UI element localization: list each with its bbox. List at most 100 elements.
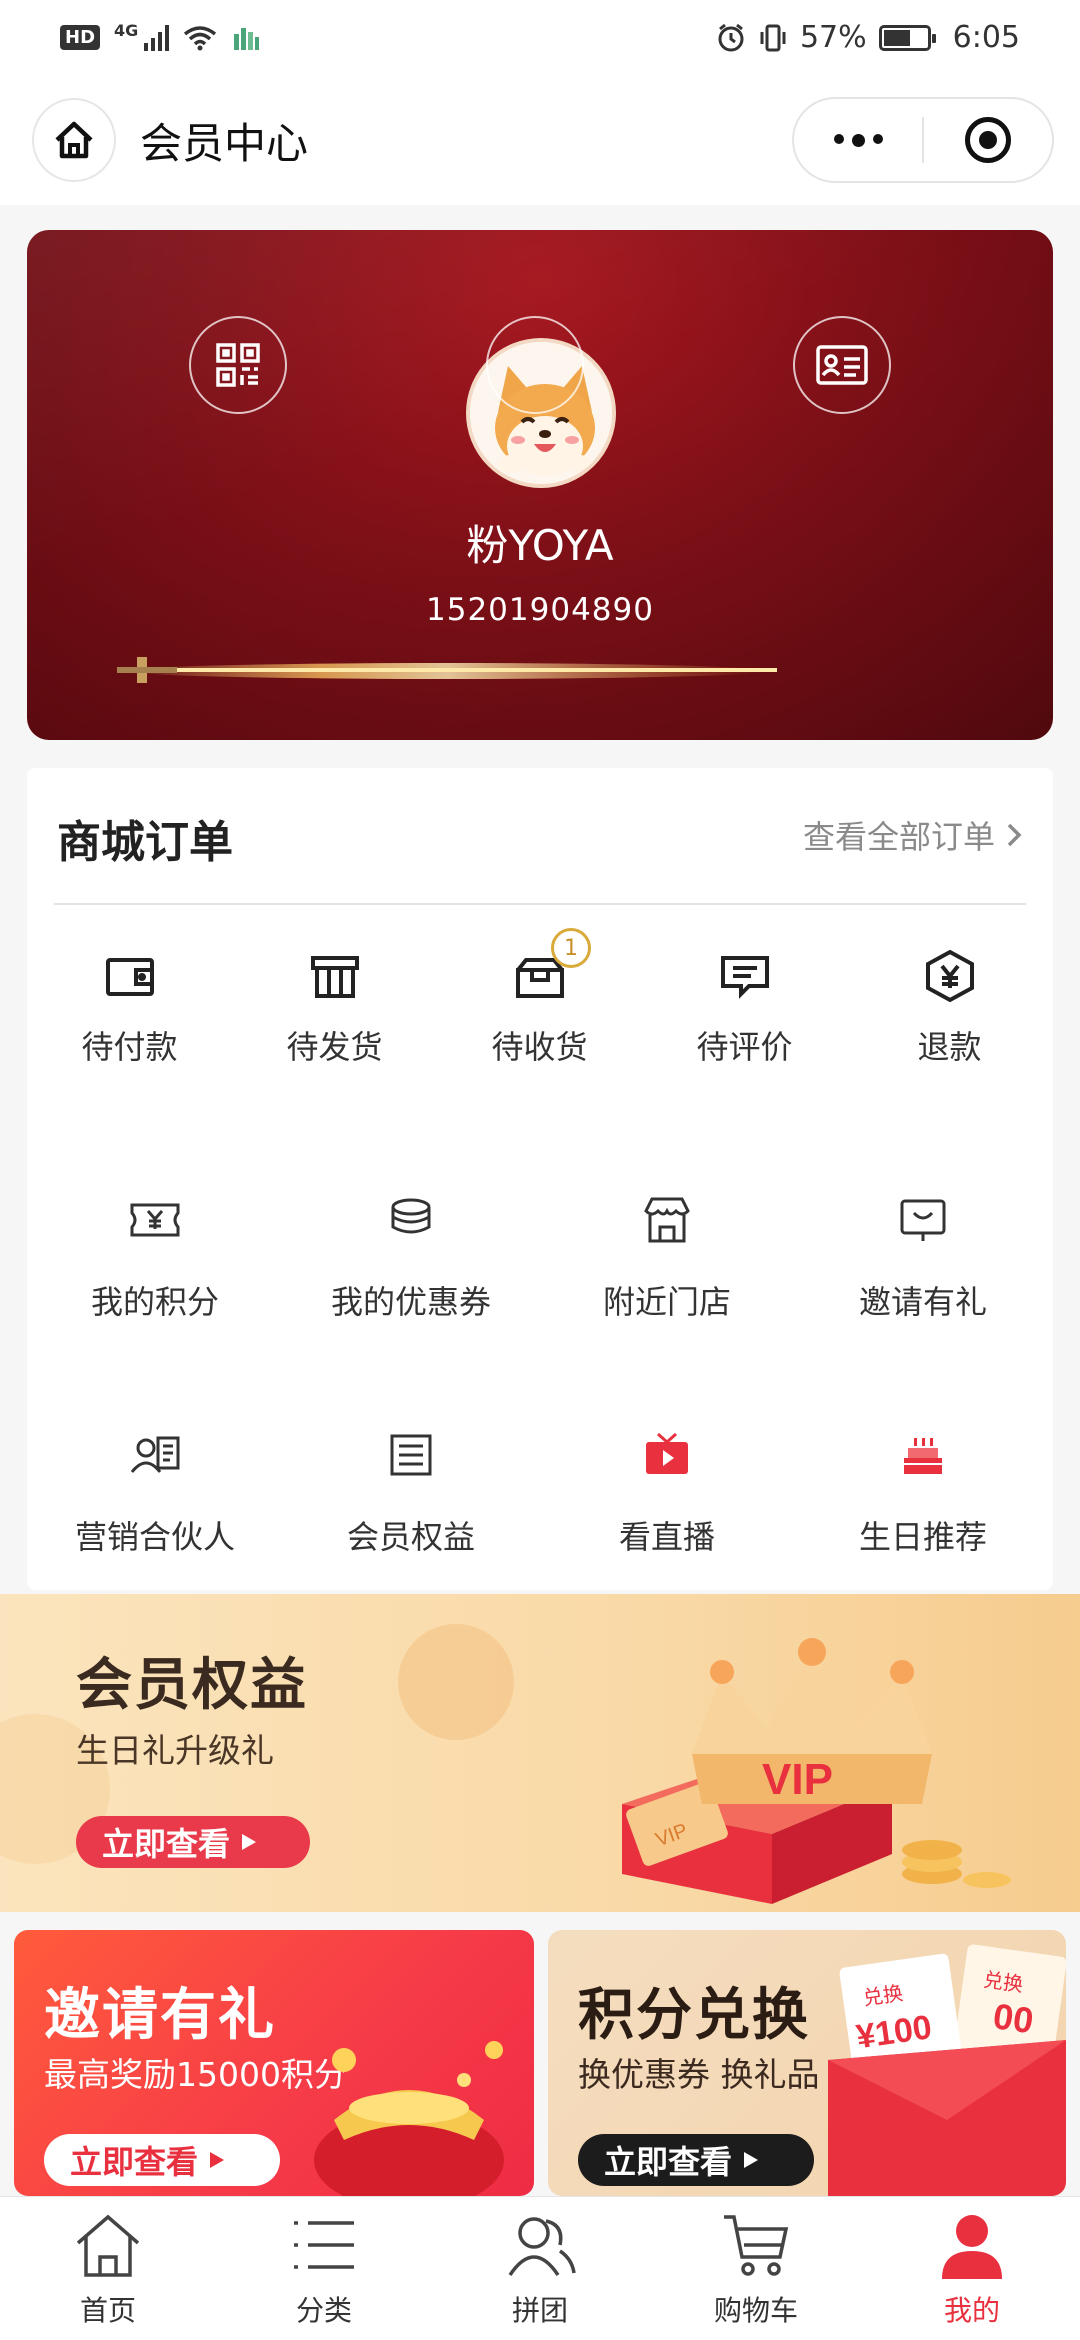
tab-label: 首页 <box>79 2294 136 2327</box>
order-label: 退款 <box>917 1028 982 1066</box>
phone-number: 15201904890 <box>426 592 654 628</box>
app-notification-icon <box>234 27 260 50</box>
points-exchange-card[interactable]: 积分兑换 换优惠券 换礼品 兑换 00 兑换 ¥100 立即查看 <box>548 1930 1066 2196</box>
tab-group-buy[interactable]: 拼团 <box>432 2197 648 2340</box>
vip-banner-subtitle: 生日礼升级礼 <box>76 1731 274 1770</box>
birthday-recommend[interactable]: 生日推荐 <box>795 1428 1051 1558</box>
my-coupons[interactable]: 我的优惠券 <box>283 1193 539 1323</box>
banner-decor-circle <box>398 1624 514 1740</box>
home-icon <box>55 121 93 159</box>
invite-view-label: 立即查看 <box>70 2143 199 2181</box>
battery-icon <box>878 24 936 51</box>
group-users-icon <box>508 2217 576 2276</box>
tab-cart[interactable]: 购物车 <box>648 2197 864 2340</box>
service-label: 附近门店 <box>602 1283 731 1321</box>
id-card-button[interactable] <box>793 316 891 414</box>
service-label: 营销合伙人 <box>74 1518 235 1556</box>
vip-benefits-banner[interactable]: 会员权益 生日礼升级礼 立即查看 VIP VIP <box>0 1594 1080 1912</box>
invite-view-button[interactable]: 立即查看 <box>44 2134 280 2186</box>
watch-live[interactable]: 看直播 <box>539 1428 795 1558</box>
service-label: 我的积分 <box>90 1283 219 1321</box>
tab-label: 拼团 <box>511 2294 568 2327</box>
order-label: 待付款 <box>81 1028 178 1066</box>
home-button[interactable] <box>32 98 116 182</box>
comment-icon <box>720 956 769 999</box>
tab-label: 我的 <box>943 2294 1000 2327</box>
tab-category[interactable]: 分类 <box>216 2197 432 2340</box>
order-label: 待发货 <box>286 1028 383 1066</box>
target-icon <box>965 117 1011 163</box>
tab-profile[interactable]: 我的 <box>864 2197 1080 2340</box>
network-type: 4G <box>114 21 139 40</box>
points-promo-title: 积分兑换 <box>578 1983 810 2048</box>
orders-title: 商城订单 <box>57 817 233 868</box>
category-list-icon <box>294 2221 354 2269</box>
vibrate-icon <box>760 24 786 51</box>
member-id-card-button[interactable] <box>486 316 584 414</box>
benefits-list-icon <box>390 1434 432 1476</box>
order-pending-payment[interactable]: 待付款 <box>27 948 232 1068</box>
battery-percent: 57% <box>799 20 867 55</box>
chevron-right-icon <box>1007 823 1022 847</box>
coupon-stack-icon <box>391 1198 431 1234</box>
my-points[interactable]: 我的积分 <box>27 1193 283 1323</box>
partner-icon <box>130 1436 180 1473</box>
username: 粉YOYA <box>466 521 614 570</box>
more-dots-icon <box>833 133 883 147</box>
service-label: 邀请有礼 <box>858 1283 987 1321</box>
tab-label: 购物车 <box>713 2294 798 2327</box>
wallet-icon <box>105 958 154 996</box>
live-tv-icon <box>646 1432 688 1474</box>
invite-gifts[interactable]: 邀请有礼 <box>795 1193 1051 1323</box>
vip-view-label: 立即查看 <box>102 1825 231 1863</box>
qr-code-icon <box>216 343 260 387</box>
page-title: 会员中心 <box>140 118 309 168</box>
lucky-bag-illustration <box>314 2041 504 2196</box>
service-label: 我的优惠券 <box>330 1283 491 1321</box>
vip-crown-text: VIP <box>762 1755 833 1804</box>
view-all-orders-link[interactable]: 查看全部订单 <box>803 812 1023 858</box>
coupon2-value: 00 <box>991 1995 1036 2041</box>
invite-promo-card[interactable]: 邀请有礼 最高奖励15000积分 立即查看 <box>14 1930 534 2196</box>
nearby-stores[interactable]: 附近门店 <box>539 1193 795 1323</box>
member-benefits[interactable]: 会员权益 <box>283 1428 539 1558</box>
birthday-cake-icon <box>904 1438 942 1474</box>
qr-code-button[interactable] <box>189 316 287 414</box>
vip-banner-title: 会员权益 <box>76 1653 308 1718</box>
play-arrow-icon <box>242 1834 257 1850</box>
refund-icon <box>925 949 974 1003</box>
order-status-row: 待付款 待发货 1 待收货 待评价 退款 <box>27 928 1053 1068</box>
vip-crown-gift-illustration: VIP VIP <box>622 1638 1011 1904</box>
member-card: 粉YOYA 15201904890 <box>27 230 1053 740</box>
invite-promo-title: 邀请有礼 <box>44 1983 276 2048</box>
order-pending-shipment[interactable]: 待发货 <box>232 948 437 1068</box>
vip-view-button[interactable]: 立即查看 <box>76 1816 310 1868</box>
sword-decoration <box>117 657 777 683</box>
points-view-label: 立即查看 <box>604 2143 733 2181</box>
hd-indicator: HD <box>60 25 101 50</box>
invite-bag-icon <box>900 1199 946 1241</box>
close-mini-program-button[interactable] <box>924 99 1052 181</box>
cart-icon <box>724 2215 789 2276</box>
orders-divider <box>54 903 1026 905</box>
home-icon <box>76 2214 140 2277</box>
service-label: 生日推荐 <box>858 1518 987 1556</box>
status-bar: HD 4G 57% 6:05 <box>0 0 1080 75</box>
coupon-envelope-illustration: 兑换 00 兑换 ¥100 <box>828 1944 1066 2196</box>
id-card-icon <box>816 345 868 385</box>
order-refund[interactable]: 退款 <box>847 948 1052 1068</box>
order-pending-review[interactable]: 待评价 <box>642 948 847 1068</box>
marketing-partner[interactable]: 营销合伙人 <box>27 1428 283 1558</box>
mini-program-capsule <box>792 97 1054 183</box>
tab-home[interactable]: 首页 <box>0 2197 216 2340</box>
store-icon <box>644 1197 690 1243</box>
signal-icon <box>144 24 170 51</box>
profile-icon <box>942 2215 1002 2279</box>
package-icon <box>310 956 359 998</box>
points-view-button[interactable]: 立即查看 <box>578 2134 814 2186</box>
orders-section: 商城订单 查看全部订单 待付款 待发货 1 待收货 待评价 退款 我的积分 我的… <box>27 768 1053 1590</box>
bottom-tab-bar: 首页 分类 拼团 购物车 我的 <box>0 2196 1080 2340</box>
play-arrow-icon <box>210 2152 225 2168</box>
more-button[interactable] <box>794 99 922 181</box>
order-pending-receipt[interactable]: 1 待收货 <box>437 928 642 1068</box>
